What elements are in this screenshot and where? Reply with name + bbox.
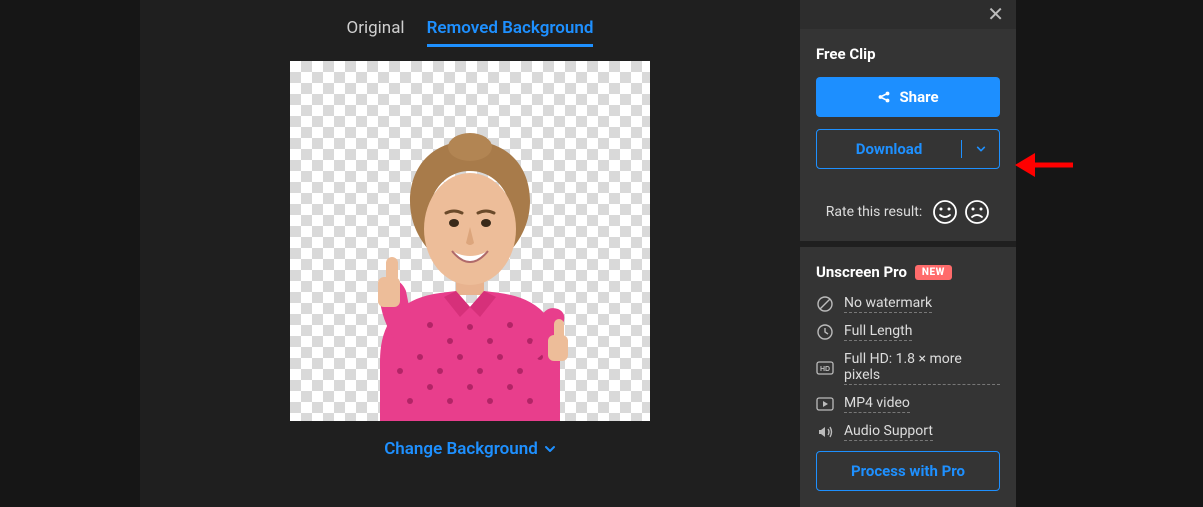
feature-label: No watermark [844, 295, 932, 313]
chevron-down-icon [976, 144, 986, 154]
tab-removed-background[interactable]: Removed Background [427, 18, 594, 47]
free-clip-title: Free Clip [816, 45, 1000, 63]
thumbs-down-sad-icon[interactable] [964, 199, 990, 225]
process-pro-label: Process with Pro [851, 462, 965, 480]
process-with-pro-button[interactable]: Process with Pro [816, 451, 1000, 491]
thumbs-up-happy-icon[interactable] [932, 199, 958, 225]
download-dropdown-toggle[interactable] [961, 140, 999, 158]
feature-label: Full HD: 1.8 × more pixels [844, 351, 1000, 385]
chevron-down-icon [544, 443, 556, 455]
download-main[interactable]: Download [817, 140, 961, 158]
preview-canvas [290, 61, 650, 421]
pro-title: Unscreen Pro [816, 263, 907, 281]
close-icon[interactable]: ✕ [987, 4, 1004, 24]
free-clip-section: Free Clip Share Download Rate this resul… [800, 29, 1016, 241]
feature-no-watermark: No watermark [816, 295, 1000, 313]
share-icon [877, 90, 891, 104]
sidebar-header: ✕ [800, 0, 1016, 29]
audio-icon [816, 423, 834, 441]
rate-result-row: Rate this result: [816, 199, 1000, 225]
change-background-button[interactable]: Change Background [384, 439, 556, 459]
feature-full-hd: HD Full HD: 1.8 × more pixels [816, 351, 1000, 385]
annotation-arrow-icon [1015, 148, 1075, 182]
hd-icon: HD [816, 359, 834, 377]
clock-icon [816, 323, 834, 341]
feature-mp4: MP4 video [816, 395, 1000, 413]
feature-label: Audio Support [844, 423, 933, 441]
feature-full-length: Full Length [816, 323, 1000, 341]
main-panel: Original Removed Background [140, 0, 800, 507]
share-label: Share [899, 88, 938, 106]
feature-label: Full Length [844, 323, 912, 341]
tab-original[interactable]: Original [347, 18, 405, 47]
no-watermark-icon [816, 295, 834, 313]
svg-text:HD: HD [820, 366, 830, 373]
sidebar: ✕ Free Clip Share Download Rate t [800, 0, 1016, 507]
rate-label: Rate this result: [826, 204, 922, 220]
feature-label: MP4 video [844, 395, 910, 413]
download-label: Download [856, 140, 923, 158]
download-button[interactable]: Download [816, 129, 1000, 169]
tabs: Original Removed Background [347, 18, 594, 47]
pro-section: Unscreen Pro NEW No watermark Full Lengt… [800, 247, 1016, 507]
change-background-label: Change Background [384, 439, 538, 459]
preview-person-illustration [310, 101, 630, 421]
share-button[interactable]: Share [816, 77, 1000, 117]
play-icon [816, 395, 834, 413]
feature-audio: Audio Support [816, 423, 1000, 441]
pro-header: Unscreen Pro NEW [816, 263, 1000, 281]
result-modal: Original Removed Background [140, 0, 1016, 507]
new-badge: NEW [915, 265, 952, 280]
